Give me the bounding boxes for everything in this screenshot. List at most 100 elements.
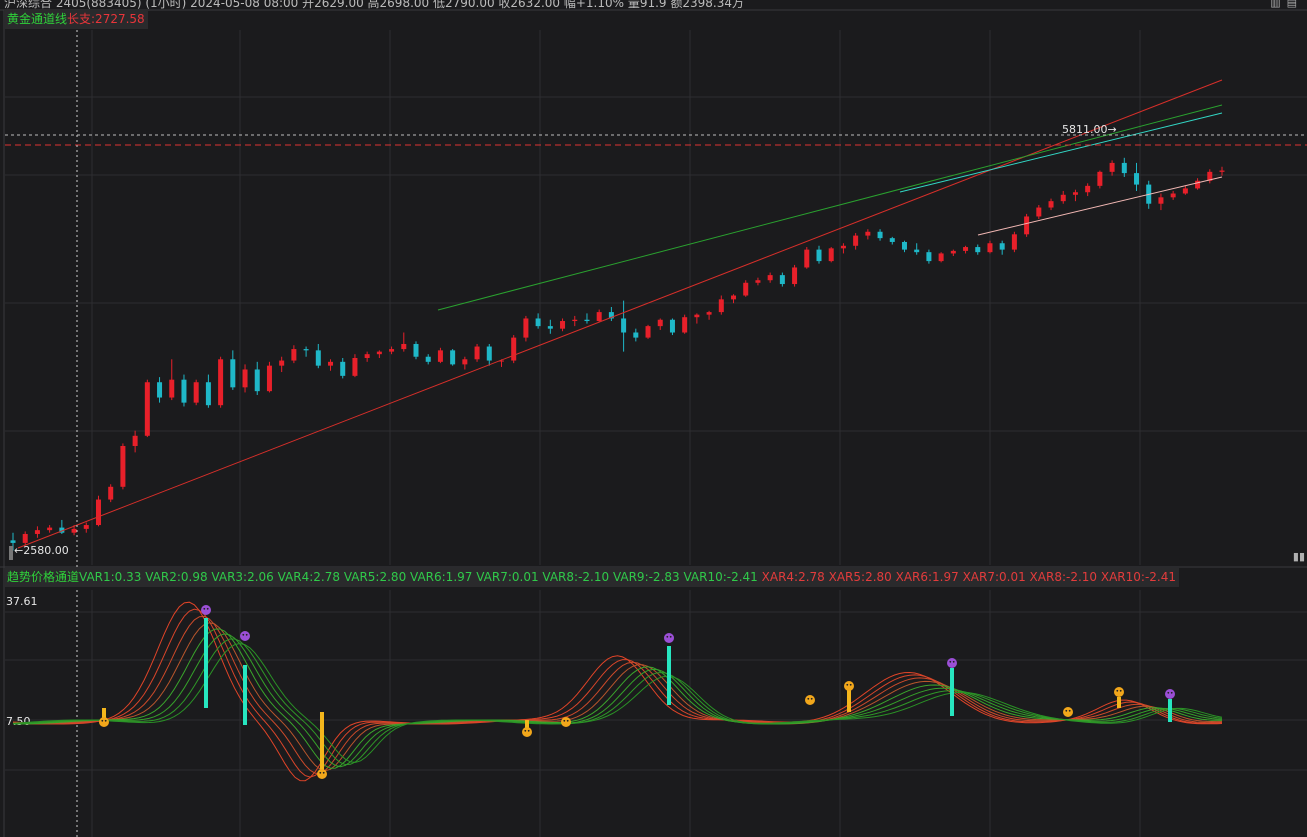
candle-body <box>1072 192 1078 195</box>
candle-body <box>108 486 114 500</box>
candle-body <box>584 319 590 322</box>
candle-body <box>694 314 700 318</box>
signal-face-icon <box>947 658 957 668</box>
signal-bar <box>1117 697 1121 708</box>
candle-body <box>767 275 773 281</box>
candle-body <box>645 326 651 338</box>
candle-body <box>535 318 541 327</box>
signal-face-eye <box>1119 689 1122 692</box>
support-value: 长支:2727.58 <box>67 12 145 26</box>
signal-face-icon <box>805 695 815 705</box>
signal-face-icon <box>561 717 571 727</box>
candle-body <box>364 354 370 359</box>
candle-body <box>889 238 895 242</box>
candle-body <box>144 382 150 436</box>
candle-body <box>413 343 419 357</box>
candle-body <box>266 365 272 392</box>
candle-body <box>1097 171 1103 186</box>
signal-face-eye <box>322 771 325 774</box>
candle-body <box>755 280 761 283</box>
signal-face-icon <box>240 631 250 641</box>
kline-chart[interactable]: ←2580.00 5811.00→ 37.61 7.50 <box>0 0 1307 837</box>
signal-face-eye <box>949 660 952 663</box>
candle-body <box>10 540 16 543</box>
signal-face-eye <box>810 697 813 700</box>
main-indicator-label: 黄金通道线长支:2727.58 <box>4 9 148 29</box>
candle-body <box>950 250 956 254</box>
candle-body <box>938 253 944 262</box>
signal-bar <box>320 712 324 775</box>
candle-body <box>291 349 297 361</box>
signal-face-eye <box>524 729 527 732</box>
candle-body <box>1121 162 1127 174</box>
main-indicator-name: 黄金通道线 <box>7 12 68 26</box>
candle-body <box>389 349 395 352</box>
signal-face-eye <box>666 635 669 638</box>
candle-body <box>34 530 40 534</box>
candle-body <box>926 252 932 262</box>
candle-body <box>71 528 77 533</box>
candle-body <box>511 337 517 361</box>
signal-face-icon <box>99 717 109 727</box>
candle-body <box>572 319 578 322</box>
candle-body <box>242 369 248 388</box>
signal-bar <box>667 646 671 705</box>
signal-bar <box>204 618 208 708</box>
candle-body <box>425 356 431 362</box>
candle-body <box>523 318 529 338</box>
candle-body <box>718 299 724 313</box>
sub-indicator-name: 趋势价格通道 <box>7 570 80 584</box>
candle-body <box>303 349 309 351</box>
sub-axis-top: 37.61 <box>6 595 38 608</box>
signal-face-eye <box>1065 709 1068 712</box>
candle-body <box>633 332 639 338</box>
candle-body <box>669 319 675 333</box>
candle-body <box>596 312 602 322</box>
oscillator-line <box>12 601 1223 782</box>
candle-body <box>218 359 224 406</box>
candle-body <box>462 359 468 365</box>
candle-body <box>83 525 89 529</box>
candle-body <box>706 312 712 315</box>
high-price-label: 5811.00→ <box>1062 123 1117 136</box>
candle-body <box>840 245 846 249</box>
candle-body <box>132 435 138 446</box>
candle-body <box>47 527 53 531</box>
sub-indicator-label: 趋势价格通道VAR1:0.33 VAR2:0.98 VAR3:2.06 VAR4… <box>4 568 1179 587</box>
signal-face-eye <box>245 633 248 636</box>
candle-body <box>975 247 981 253</box>
signal-face-eye <box>807 697 810 700</box>
candle-body <box>1024 216 1030 235</box>
candle-body <box>95 499 101 526</box>
candle-body <box>474 346 480 360</box>
signal-face-eye <box>319 771 322 774</box>
indicator-icon[interactable]: ▮▮ <box>1293 550 1305 563</box>
candle-body <box>1134 173 1140 185</box>
signal-face-icon <box>1165 689 1175 699</box>
candle-body <box>22 533 28 543</box>
channel-line-red <box>17 79 1223 549</box>
signal-face-eye <box>669 635 672 638</box>
candle-body <box>230 359 236 388</box>
channel-line-cyan <box>899 112 1223 193</box>
signal-face-icon <box>1063 707 1073 717</box>
signal-face-eye <box>1167 691 1170 694</box>
candle-body <box>315 350 321 366</box>
signal-face-icon <box>844 681 854 691</box>
candle-body <box>682 317 688 333</box>
signal-face-eye <box>104 719 107 722</box>
candle-body <box>621 318 627 333</box>
candle-body <box>804 249 810 268</box>
oscillator-line <box>12 622 1223 772</box>
signal-face-eye <box>1068 709 1071 712</box>
candle-body <box>376 351 382 355</box>
candle-body <box>352 358 358 376</box>
candle-body <box>779 275 785 285</box>
signal-face-eye <box>1116 689 1119 692</box>
signal-face-eye <box>849 683 852 686</box>
low-price-label: ←2580.00 <box>14 544 69 557</box>
signal-bar <box>243 665 247 725</box>
candle-body <box>181 379 187 403</box>
signal-bar <box>950 668 954 716</box>
signal-face-icon <box>317 769 327 779</box>
